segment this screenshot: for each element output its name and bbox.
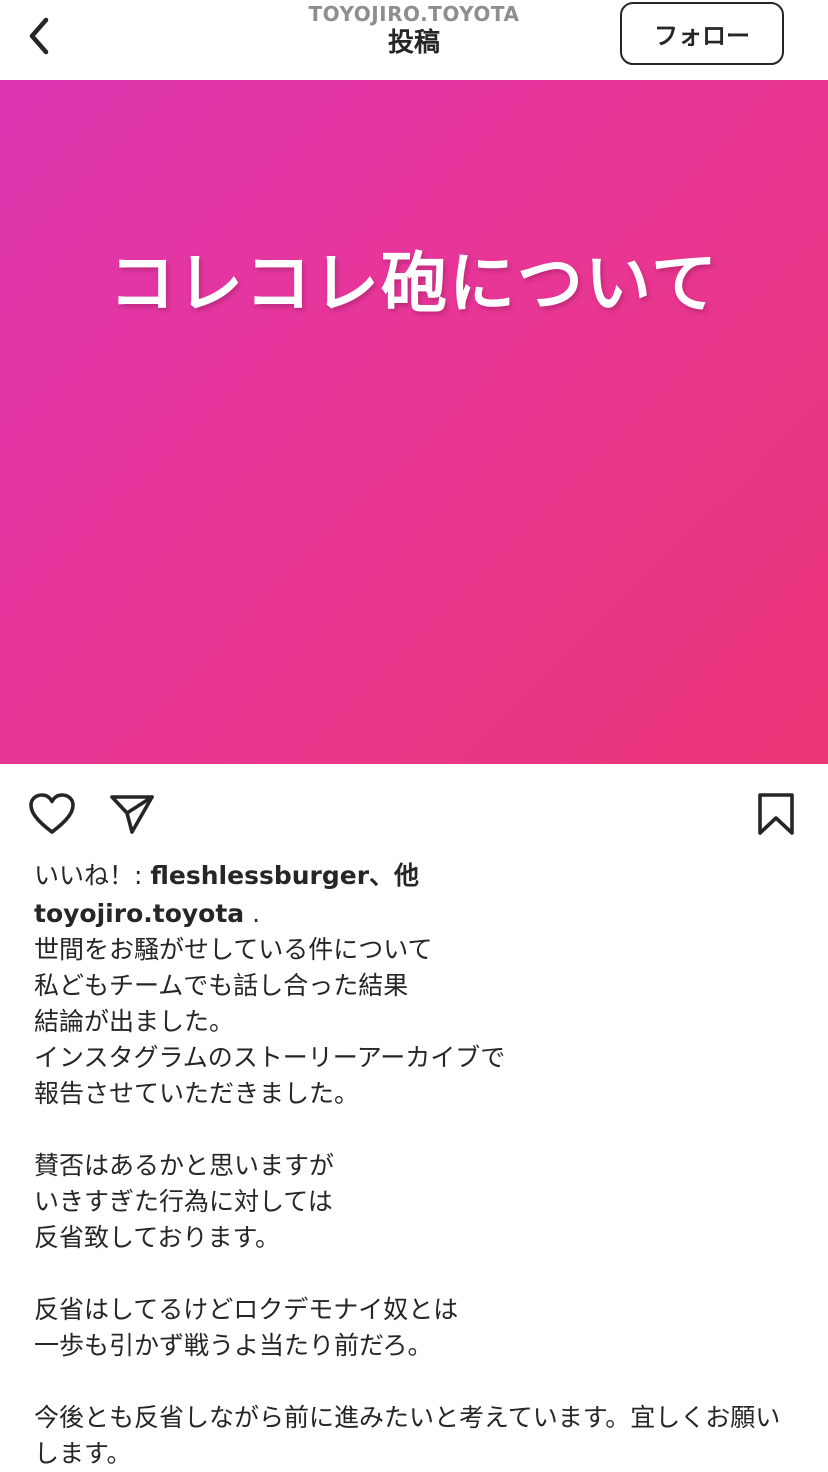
caption-first-line: . — [244, 899, 261, 928]
paper-plane-icon — [110, 795, 154, 834]
likes-suffix[interactable]: 、他 — [369, 861, 419, 890]
follow-button[interactable]: フォロー — [620, 2, 784, 65]
heart-icon — [29, 793, 75, 834]
header-titles: TOYOJIRO.TOYOTA 投稿 — [214, 0, 614, 60]
likes-summary[interactable]: いいね！: fleshlessburger、他 — [34, 858, 419, 894]
likes-user-link[interactable]: fleshlessburger — [150, 861, 369, 890]
action-bar — [0, 764, 828, 860]
bookmark-icon — [758, 793, 794, 835]
page-title: 投稿 — [387, 28, 440, 58]
chevron-left-icon — [29, 17, 49, 55]
caption-body: 世間をお騒がせしている件について 私どもチームでも話し合った結果 結論が出ました… — [34, 935, 781, 1468]
caption-header: toyojiro.toyota . — [34, 896, 804, 932]
likes-prefix: いいね！: — [34, 861, 151, 890]
top-header: TOYOJIRO.TOYOTA 投稿 フォロー — [0, 0, 828, 80]
post-image[interactable]: コレコレ砲について — [0, 80, 828, 764]
post-image-text: コレコレ砲について — [108, 245, 720, 322]
share-button[interactable] — [104, 786, 160, 842]
caption-author-link[interactable]: toyojiro.toyota — [34, 899, 244, 928]
post-caption: toyojiro.toyota . 世間をお騒がせしている件について 私どもチー… — [34, 896, 804, 1472]
save-button[interactable] — [748, 786, 804, 842]
header-username[interactable]: TOYOJIRO.TOYOTA — [214, 2, 614, 26]
like-button[interactable] — [24, 786, 80, 842]
back-button[interactable] — [14, 8, 64, 64]
